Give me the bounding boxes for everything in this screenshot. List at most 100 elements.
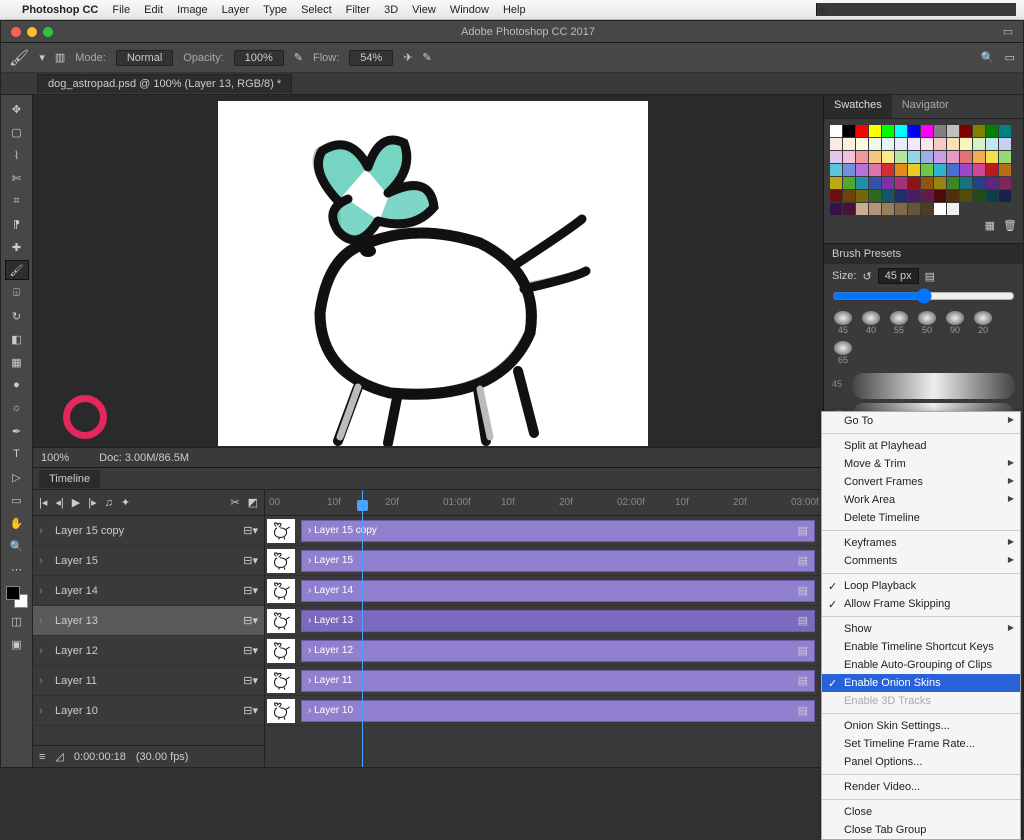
canvas[interactable]: [218, 101, 648, 446]
swatch[interactable]: [986, 164, 998, 176]
cc-icon[interactable]: ◉: [816, 3, 1016, 16]
pen-tool[interactable]: ✒: [5, 421, 29, 441]
blur-tool[interactable]: ●: [5, 375, 29, 395]
swatch[interactable]: [895, 177, 907, 189]
menu-item[interactable]: Onion Skin Settings...: [822, 717, 1020, 735]
brush-tip[interactable]: 20: [972, 311, 994, 335]
brush-tip[interactable]: 40: [860, 311, 882, 335]
split-button[interactable]: ✂: [230, 496, 239, 509]
gradient-tool[interactable]: ▦: [5, 352, 29, 372]
timeline-layer-row[interactable]: ›Layer 10⊟▾: [33, 696, 264, 726]
swatch[interactable]: [856, 203, 868, 215]
swatch[interactable]: [973, 151, 985, 163]
swatch[interactable]: [830, 177, 842, 189]
next-frame-button[interactable]: |▸: [88, 496, 96, 509]
size-value[interactable]: 45 px: [878, 268, 919, 284]
swatch[interactable]: [830, 190, 842, 202]
clip[interactable]: › Layer 10 ▤: [301, 700, 815, 722]
swatch[interactable]: [947, 138, 959, 150]
swatch[interactable]: [999, 138, 1011, 150]
swatch[interactable]: [869, 203, 881, 215]
new-swatch-icon[interactable]: ▦: [985, 219, 995, 237]
timeline-tab[interactable]: Timeline: [39, 470, 100, 488]
swatch[interactable]: [856, 138, 868, 150]
zoom-tool[interactable]: 🔍: [5, 536, 29, 556]
swatch[interactable]: [947, 203, 959, 215]
swatch[interactable]: [869, 125, 881, 137]
swatch[interactable]: [895, 151, 907, 163]
swatch[interactable]: [934, 125, 946, 137]
timeline-layer-row[interactable]: ›Layer 11⊟▾: [33, 666, 264, 696]
brush-tip[interactable]: 65: [832, 341, 854, 365]
swatch[interactable]: [999, 190, 1011, 202]
menu-item[interactable]: Panel Options...: [822, 753, 1020, 771]
swatch[interactable]: [908, 177, 920, 189]
swatch[interactable]: [908, 203, 920, 215]
eraser-tool[interactable]: ◧: [5, 329, 29, 349]
screen-mode[interactable]: ▣: [5, 634, 29, 654]
swatch[interactable]: [973, 164, 985, 176]
menu-item[interactable]: Close: [822, 803, 1020, 821]
timeline-track[interactable]: › Layer 13 ▤+: [265, 606, 823, 636]
zoom-window-button[interactable]: [43, 27, 53, 37]
swatch[interactable]: [908, 190, 920, 202]
swatch[interactable]: [947, 125, 959, 137]
menu-help[interactable]: Help: [503, 4, 526, 16]
menu-item[interactable]: Keyframes: [822, 534, 1020, 552]
swatch[interactable]: [882, 177, 894, 189]
flow-input[interactable]: 54%: [349, 50, 393, 66]
size-slider[interactable]: [832, 288, 1015, 304]
swatch[interactable]: [856, 151, 868, 163]
brush-tool-icon[interactable]: 🖌: [9, 48, 29, 68]
swatch[interactable]: [947, 151, 959, 163]
timeline-layer-row[interactable]: ›Layer 15⊟▾: [33, 546, 264, 576]
swatch[interactable]: [934, 203, 946, 215]
menu-filter[interactable]: Filter: [346, 4, 370, 16]
timeline-track[interactable]: › Layer 15 ▤+: [265, 546, 823, 576]
timeline-layer-row[interactable]: ›Layer 15 copy⊟▾: [33, 516, 264, 546]
brush-tip[interactable]: 50: [916, 311, 938, 335]
swatch[interactable]: [882, 125, 894, 137]
menu-type[interactable]: Type: [263, 4, 287, 16]
clip[interactable]: › Layer 15 ▤: [301, 550, 815, 572]
swatch[interactable]: [934, 138, 946, 150]
swatch[interactable]: [960, 125, 972, 137]
hand-tool[interactable]: ✋: [5, 513, 29, 533]
swatch[interactable]: [830, 138, 842, 150]
quick-mask[interactable]: ◫: [5, 611, 29, 631]
swatch[interactable]: [986, 138, 998, 150]
menu-edit[interactable]: Edit: [144, 4, 163, 16]
swatch[interactable]: [908, 151, 920, 163]
swatch[interactable]: [869, 164, 881, 176]
brush-preset-picker[interactable]: ▾: [39, 51, 45, 64]
swatch[interactable]: [882, 203, 894, 215]
swatch[interactable]: [830, 203, 842, 215]
play-button[interactable]: ▶: [72, 496, 80, 509]
swatch[interactable]: [921, 190, 933, 202]
swatch[interactable]: [960, 177, 972, 189]
lasso-tool[interactable]: ⌇: [5, 145, 29, 165]
brush-tip[interactable]: 90: [944, 311, 966, 335]
swatch[interactable]: [843, 125, 855, 137]
tl-zoom-icon[interactable]: ◿: [55, 750, 63, 763]
close-window-button[interactable]: [11, 27, 21, 37]
clip[interactable]: › Layer 14 ▤: [301, 580, 815, 602]
menu-item[interactable]: Loop Playback: [822, 577, 1020, 595]
workspace-switcher[interactable]: ▭: [993, 25, 1023, 38]
timeline-track[interactable]: › Layer 15 copy ▤+: [265, 516, 823, 546]
swatch[interactable]: [921, 203, 933, 215]
swatch[interactable]: [830, 151, 842, 163]
swatch[interactable]: [843, 164, 855, 176]
marquee-tool[interactable]: ▢: [5, 122, 29, 142]
timeline-layer-row[interactable]: ›Layer 13⊟▾: [33, 606, 264, 636]
menu-item[interactable]: Render Video...: [822, 778, 1020, 796]
playhead[interactable]: [362, 490, 363, 767]
menu-3d[interactable]: 3D: [384, 4, 398, 16]
swatch[interactable]: [960, 151, 972, 163]
swatch[interactable]: [895, 125, 907, 137]
swatch[interactable]: [973, 125, 985, 137]
swatch[interactable]: [895, 138, 907, 150]
brush-tip[interactable]: 45: [832, 311, 854, 335]
menubar-app[interactable]: Photoshop CC: [22, 4, 98, 16]
layer-audio-icon[interactable]: ⊟▾: [243, 614, 258, 627]
